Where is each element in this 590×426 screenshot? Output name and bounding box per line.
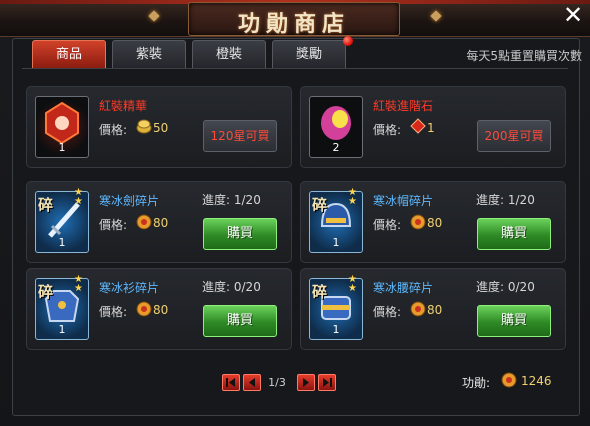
item-price: 80 — [427, 303, 443, 317]
progress-value: 0/20 — [233, 280, 261, 294]
item-name: 寒冰衫碎片 — [99, 281, 160, 295]
buy-locked-button[interactable]: 120星可買 — [203, 120, 277, 152]
tab-purple-gear[interactable]: 紫裝 — [112, 40, 186, 69]
star-rank-icon: ★ ★ — [348, 274, 357, 294]
item-price: 80 — [153, 216, 169, 230]
item-price: 80 — [427, 216, 443, 230]
title-bar: 功勛商店 ✕ — [0, 0, 590, 37]
tab-rewards[interactable]: 獎勵 — [272, 40, 346, 69]
item-price: 80 — [153, 303, 169, 317]
price-label: 價格: — [373, 123, 402, 137]
merit-medal-icon — [410, 301, 426, 317]
fragment-mark: 碎 — [38, 196, 54, 214]
progress-label: 進度: 0/20 — [202, 280, 261, 294]
title-ornament-right-icon — [430, 10, 442, 22]
buy-button[interactable]: 購買 — [477, 305, 551, 337]
merit-medal-icon — [410, 214, 426, 230]
window-title: 功勛商店 — [237, 11, 350, 37]
fragment-mark: 碎 — [312, 283, 328, 301]
price-label: 價格: — [99, 305, 128, 319]
buy-button[interactable]: 購買 — [203, 305, 277, 337]
merit-value: 1246 — [521, 374, 552, 388]
item-slot[interactable]: 2 — [309, 96, 363, 158]
close-button[interactable]: ✕ — [560, 2, 586, 28]
item-slot[interactable]: 碎 ★ ★ 1 — [309, 187, 363, 253]
item-count: 1 — [332, 323, 340, 336]
item-slot[interactable]: 1 — [35, 96, 89, 158]
last-page-icon — [323, 378, 332, 387]
merit-medal-icon — [136, 301, 152, 317]
next-page-button[interactable] — [297, 374, 315, 391]
item-name: 紅裝進階石 — [373, 99, 434, 113]
tab-orange-gear[interactable]: 橙裝 — [192, 40, 266, 69]
first-page-icon — [226, 378, 235, 387]
reset-notice: 每天5點重置購買次數 — [466, 49, 582, 63]
buy-button[interactable]: 購買 — [477, 218, 551, 250]
item-name: 寒冰腰碎片 — [373, 281, 434, 295]
item-card: 碎 ★ ★ 1 寒冰衫碎片 進度: 0/20 價格: 80 購買 — [26, 268, 292, 350]
progress-value: 1/20 — [233, 193, 261, 207]
star-rank-icon: ★ ★ — [348, 187, 357, 207]
progress-label: 進度: 1/20 — [476, 193, 535, 207]
item-count: 1 — [58, 141, 66, 154]
fragment-mark: 碎 — [38, 283, 54, 301]
next-page-icon — [303, 378, 309, 387]
last-page-button[interactable] — [318, 374, 336, 391]
gold-coin-icon — [136, 119, 152, 134]
item-count: 1 — [332, 236, 340, 249]
first-page-button[interactable] — [222, 374, 240, 391]
notification-dot-icon — [343, 36, 353, 46]
item-price: 50 — [153, 121, 169, 135]
item-card: 1 紅裝精華 價格: 50 120星可買 — [26, 86, 292, 168]
item-card: 碎 ★ ★ 1 寒冰腰碎片 進度: 0/20 價格: 80 購買 — [300, 268, 566, 350]
price-label: 價格: — [373, 305, 402, 319]
title-ornament-left-icon — [148, 10, 160, 22]
red-gem-icon — [410, 118, 426, 134]
merit-medal-icon — [136, 214, 152, 230]
progress-label: 進度: 1/20 — [202, 193, 261, 207]
merit-shop-window: 功勛商店 ✕ 商品 紫裝 橙裝 獎勵 每天5點重置購買次數 1 紅裝精華 價格:… — [0, 0, 590, 426]
fragment-mark: 碎 — [312, 196, 328, 214]
title-plate: 功勛商店 — [188, 2, 400, 37]
item-name: 寒冰劍碎片 — [99, 194, 160, 208]
star-rank-icon: ★ ★ — [74, 187, 83, 207]
item-count: 1 — [58, 236, 66, 249]
item-price: 1 — [427, 121, 435, 135]
tab-goods[interactable]: 商品 — [32, 40, 106, 69]
item-card: 碎 ★ ★ 1 寒冰劍碎片 進度: 1/20 價格: 80 購買 — [26, 181, 292, 263]
progress-value: 0/20 — [507, 280, 535, 294]
prev-page-button[interactable] — [243, 374, 261, 391]
merit-medal-icon — [501, 372, 517, 388]
item-card: 碎 ★ ★ 1 寒冰帽碎片 進度: 1/20 價格: 80 購買 — [300, 181, 566, 263]
progress-label: 進度: 0/20 — [476, 280, 535, 294]
price-label: 價格: — [373, 218, 402, 232]
item-count: 1 — [58, 323, 66, 336]
item-slot[interactable]: 碎 ★ ★ 1 — [309, 274, 363, 340]
item-slot[interactable]: 碎 ★ ★ 1 — [35, 187, 89, 253]
price-label: 價格: — [99, 123, 128, 137]
buy-button[interactable]: 購買 — [203, 218, 277, 250]
progress-value: 1/20 — [507, 193, 535, 207]
page-indicator: 1/3 — [268, 376, 286, 389]
item-name: 寒冰帽碎片 — [373, 194, 434, 208]
item-name: 紅裝精華 — [99, 99, 148, 113]
price-label: 價格: — [99, 218, 128, 232]
buy-locked-button[interactable]: 200星可買 — [477, 120, 551, 152]
item-card: 2 紅裝進階石 價格: 1 200星可買 — [300, 86, 566, 168]
merit-label: 功勛: — [462, 376, 491, 390]
item-slot[interactable]: 碎 ★ ★ 1 — [35, 274, 89, 340]
item-count: 2 — [332, 141, 340, 154]
star-rank-icon: ★ ★ — [74, 274, 83, 294]
prev-page-icon — [249, 378, 255, 387]
